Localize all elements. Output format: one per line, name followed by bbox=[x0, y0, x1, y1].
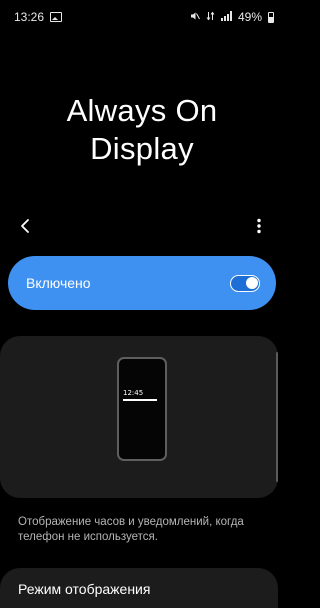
chevron-left-icon bbox=[21, 219, 29, 233]
more-vertical-icon bbox=[257, 218, 261, 234]
battery-percent: 49% bbox=[237, 10, 262, 24]
mute-icon bbox=[190, 11, 200, 23]
master-switch-label: Включено bbox=[26, 275, 91, 291]
feature-description: Отображение часов и уведомлений, когда т… bbox=[18, 516, 244, 543]
phone-preview-image: 12:45 bbox=[117, 357, 167, 461]
gallery-icon bbox=[50, 12, 63, 22]
preview-clock-time: 12:45 bbox=[123, 389, 144, 397]
data-icon bbox=[206, 11, 215, 23]
page-title-line2: Display bbox=[90, 131, 194, 166]
master-switch-bar[interactable]: Включено bbox=[8, 256, 276, 310]
back-button[interactable] bbox=[10, 210, 40, 242]
master-toggle[interactable] bbox=[230, 274, 260, 292]
page-title-line1: Always On bbox=[66, 93, 218, 128]
preview-card: 12:45 bbox=[0, 336, 278, 498]
battery-icon bbox=[268, 11, 274, 23]
more-options-button[interactable] bbox=[244, 210, 274, 242]
status-right: 49% bbox=[190, 10, 274, 24]
scrollbar[interactable] bbox=[276, 352, 278, 482]
signal-icon bbox=[220, 11, 232, 23]
list-item-display-mode[interactable]: Режим отображения bbox=[0, 568, 278, 608]
status-bar: 13:26 49% bbox=[0, 0, 284, 34]
preview-clock-line bbox=[123, 399, 157, 401]
status-left: 13:26 bbox=[14, 10, 63, 24]
status-time: 13:26 bbox=[14, 10, 45, 24]
list-item-title: Режим отображения bbox=[18, 581, 151, 597]
page-title: Always On Display bbox=[0, 92, 284, 168]
toggle-knob bbox=[246, 276, 258, 289]
toolbar bbox=[0, 210, 284, 242]
